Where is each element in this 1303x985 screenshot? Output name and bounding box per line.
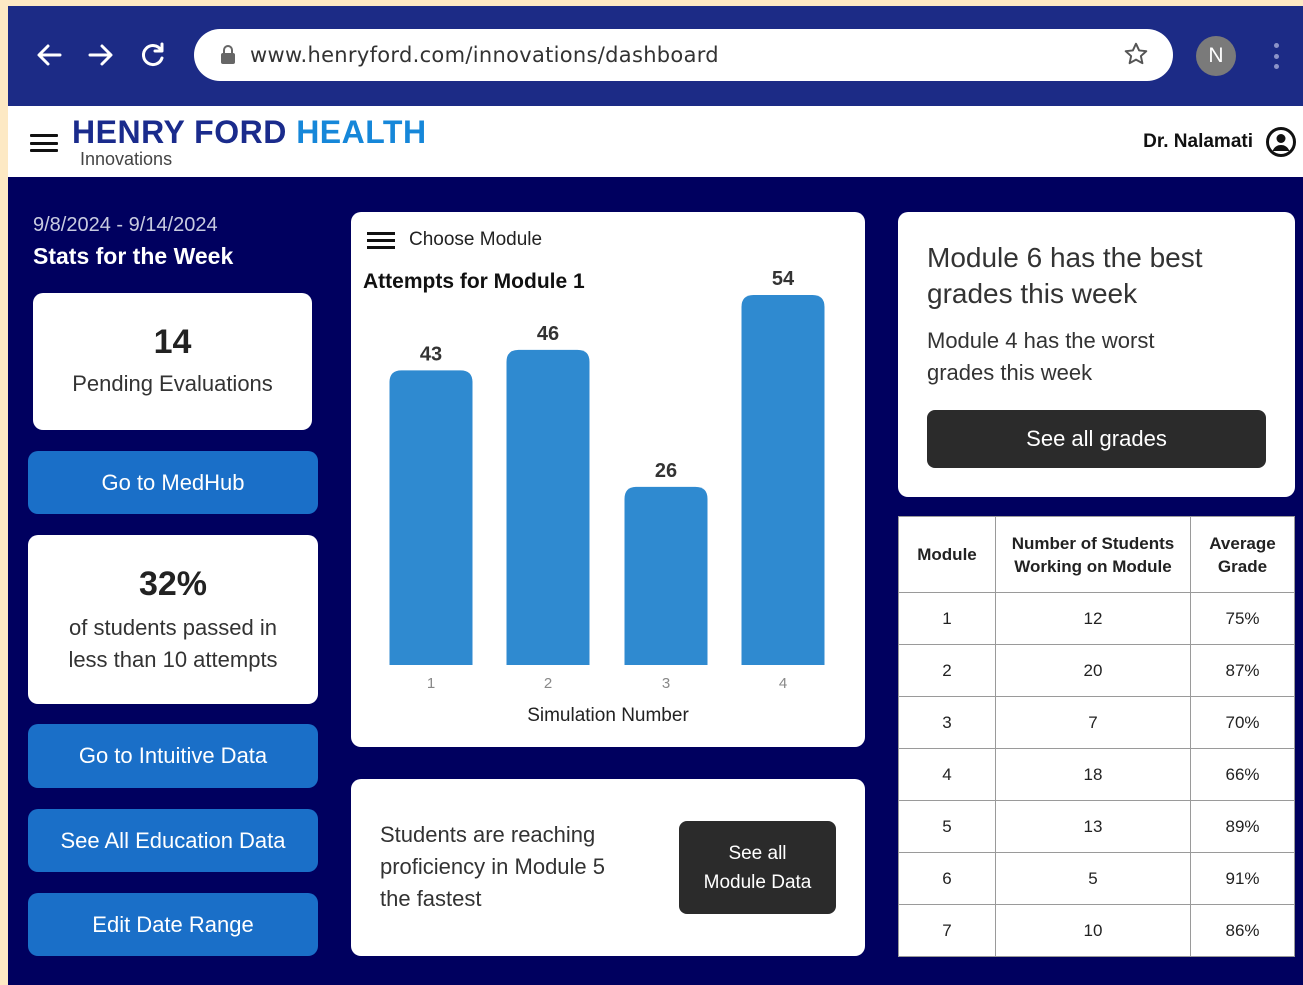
profile-avatar[interactable]: N bbox=[1196, 36, 1236, 76]
x-tick-label: 1 bbox=[427, 675, 435, 692]
chart-card: Choose Module Attempts for Module 1 43 1 4… bbox=[351, 212, 865, 747]
table-row: 6 5 91% bbox=[898, 852, 1295, 905]
account-icon[interactable] bbox=[1265, 126, 1297, 158]
bar-value-label: 26 bbox=[655, 460, 677, 482]
chart-x-axis-label: Simulation Number bbox=[527, 705, 689, 726]
worst-grades-line2: grades this week bbox=[927, 360, 1093, 385]
hamburger-menu-icon[interactable] bbox=[30, 134, 58, 152]
table-cell: 18 bbox=[995, 748, 1191, 801]
pass-label-line2: less than 10 attempts bbox=[68, 647, 278, 672]
stats-title: Stats for the Week bbox=[33, 243, 234, 269]
app-header: HENRY FORD HEALTH Innovations Dr. Nalama… bbox=[8, 106, 1303, 177]
table-cell: 10 bbox=[995, 904, 1191, 957]
table-row: 2 20 87% bbox=[898, 644, 1295, 697]
url-text: www.henryford.com/innovations/dashboard bbox=[250, 43, 719, 67]
x-tick-label: 3 bbox=[662, 675, 670, 692]
table-cell: 1 bbox=[898, 592, 996, 645]
table-cell: 5 bbox=[898, 800, 996, 853]
proficiency-card: Students are reaching proficiency in Mod… bbox=[351, 779, 865, 956]
bar-value-label: 54 bbox=[772, 268, 795, 290]
grades-summary-card: Module 6 has the best grades this week M… bbox=[898, 212, 1295, 497]
table-cell: 87% bbox=[1190, 644, 1295, 697]
col-header-module: Module bbox=[898, 516, 996, 593]
table-row: 1 12 75% bbox=[898, 592, 1295, 645]
see-all-grades-button[interactable]: See all grades bbox=[927, 410, 1266, 468]
table-row: 4 18 66% bbox=[898, 748, 1295, 801]
table-cell: 5 bbox=[995, 852, 1191, 905]
arrow-left-icon bbox=[37, 44, 62, 66]
proficiency-line1: Students are reaching bbox=[380, 822, 596, 847]
star-icon[interactable] bbox=[1123, 41, 1149, 67]
date-range: 9/8/2024 - 9/14/2024 bbox=[33, 214, 218, 236]
arrow-right-icon bbox=[88, 44, 113, 66]
see-all-module-data-button[interactable]: See all Module Data bbox=[679, 821, 836, 914]
chart-bar bbox=[389, 370, 473, 665]
brand-health: HEALTH bbox=[296, 114, 427, 150]
table-cell: 2 bbox=[898, 644, 996, 697]
browser-toolbar: www.henryford.com/innovations/dashboard … bbox=[8, 6, 1303, 106]
module-data-btn-line1: See all bbox=[728, 842, 787, 864]
chart-bar bbox=[506, 349, 590, 665]
pending-evaluations-card: 14 Pending Evaluations bbox=[33, 293, 312, 430]
table-cell: 7 bbox=[995, 696, 1191, 749]
pending-label: Pending Evaluations bbox=[72, 371, 273, 396]
table-cell: 66% bbox=[1190, 748, 1295, 801]
table-cell: 12 bbox=[995, 592, 1191, 645]
table-header-row: Module Number of Students Working on Mod… bbox=[898, 516, 1295, 593]
address-bar[interactable]: www.henryford.com/innovations/dashboard bbox=[194, 29, 1173, 81]
bar-value-label: 43 bbox=[420, 343, 442, 365]
col-header-students: Number of Students Working on Module bbox=[995, 516, 1191, 593]
best-grades-line1: Module 6 has the best bbox=[927, 242, 1203, 273]
worst-grades-line1: Module 4 has the worst bbox=[927, 328, 1155, 353]
table-row: 3 7 70% bbox=[898, 696, 1295, 749]
x-tick-label: 4 bbox=[779, 675, 787, 692]
reload-icon bbox=[142, 42, 164, 67]
table-cell: 7 bbox=[898, 904, 996, 957]
table-cell: 86% bbox=[1190, 904, 1295, 957]
forward-button[interactable] bbox=[84, 38, 118, 72]
module-table: Module Number of Students Working on Mod… bbox=[898, 516, 1295, 957]
back-button[interactable] bbox=[32, 38, 66, 72]
table-cell: 3 bbox=[898, 696, 996, 749]
go-to-medhub-button[interactable]: Go to MedHub bbox=[28, 451, 318, 514]
table-row: 7 10 86% bbox=[898, 904, 1295, 957]
brand-name: HENRY FORD bbox=[72, 114, 287, 150]
pending-count: 14 bbox=[153, 323, 192, 361]
bar-chart: 43 1 46 2 26 3 54 4 bbox=[389, 268, 825, 692]
henry-ford-logo: HENRY FORD HEALTH Innovations bbox=[72, 114, 427, 168]
chart-bar bbox=[741, 295, 825, 665]
lock-icon bbox=[221, 45, 235, 64]
best-grades-line2: grades this week bbox=[927, 278, 1138, 309]
user-name: Dr. Nalamati bbox=[1143, 131, 1253, 152]
module-data-btn-line2: Module Data bbox=[703, 871, 812, 893]
table-cell: 4 bbox=[898, 748, 996, 801]
chart-bar bbox=[624, 486, 708, 665]
table-row: 5 13 89% bbox=[898, 800, 1295, 853]
proficiency-line3: the fastest bbox=[380, 886, 482, 911]
edit-date-range-button[interactable]: Edit Date Range bbox=[28, 893, 318, 956]
table-cell: 91% bbox=[1190, 852, 1295, 905]
table-cell: 75% bbox=[1190, 592, 1295, 645]
table-cell: 13 bbox=[995, 800, 1191, 853]
table-cell: 89% bbox=[1190, 800, 1295, 853]
go-to-intuitive-data-button[interactable]: Go to Intuitive Data bbox=[28, 724, 318, 788]
brand-subtitle: Innovations bbox=[80, 149, 173, 169]
pass-rate-card: 32% of students passed in less than 10 a… bbox=[28, 535, 318, 704]
table-cell: 20 bbox=[995, 644, 1191, 697]
x-tick-label: 2 bbox=[544, 675, 552, 692]
table-cell: 6 bbox=[898, 852, 996, 905]
col-header-average-grade: Average Grade bbox=[1190, 516, 1295, 593]
table-cell: 70% bbox=[1190, 696, 1295, 749]
proficiency-line2: proficiency in Module 5 bbox=[380, 854, 606, 879]
bar-value-label: 46 bbox=[537, 323, 559, 345]
reload-button[interactable] bbox=[136, 38, 170, 72]
pass-percentage: 32% bbox=[138, 565, 208, 603]
see-all-education-data-button[interactable]: See All Education Data bbox=[28, 809, 318, 872]
browser-menu-icon[interactable] bbox=[1268, 39, 1284, 73]
app-frame: www.henryford.com/innovations/dashboard … bbox=[8, 6, 1303, 985]
pass-label-line1: of students passed in bbox=[69, 615, 277, 640]
